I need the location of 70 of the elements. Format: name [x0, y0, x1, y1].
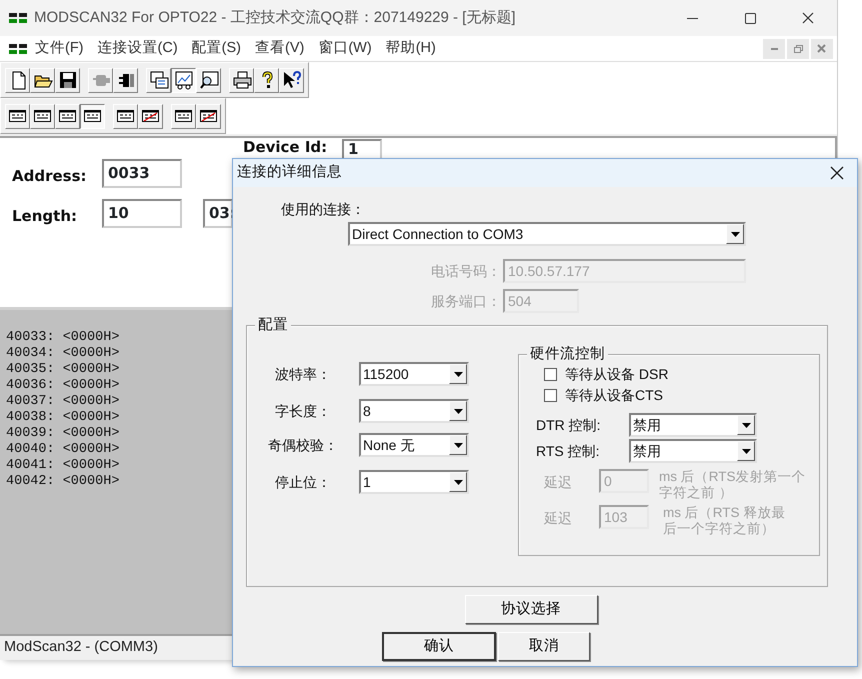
window-title: MODSCAN32 For OPTO22 - 工控技术交流QQ群：207149229 - [无标题] — [34, 8, 516, 28]
register-line: 40039: <0000H> — [6, 426, 120, 442]
control-label: DTR 控制: — [536, 416, 602, 434]
register-line: 40042: <0000H> — [6, 474, 120, 490]
app-icon — [8, 11, 28, 25]
register-line: 40037: <0000H> — [6, 394, 120, 410]
menu-item[interactable]: 查看(V) — [248, 38, 312, 60]
close-icon — [816, 43, 828, 54]
address-field[interactable]: 0033 — [102, 159, 182, 188]
magnifier-window-icon — [198, 70, 218, 90]
toolbar-button[interactable] — [80, 104, 105, 128]
device-id-label: Device Id: — [243, 139, 328, 156]
register-line: 40041: <0000H> — [6, 458, 120, 474]
setting-label: 奇偶校验： — [267, 436, 339, 454]
dropdown-arrow-icon — [742, 422, 750, 428]
setting-label: 波特率： — [274, 364, 332, 384]
protocol-button[interactable]: 协议选择 — [464, 595, 598, 624]
dropdown-arrow-icon — [454, 408, 462, 414]
field-label: 服务端口： — [430, 292, 502, 310]
delay-note: ms 后（RTS 释放最后一个字符之前） — [663, 505, 786, 537]
register-line: 40038: <0000H> — [6, 410, 120, 426]
menu-item[interactable]: 连接设置(C) — [90, 38, 185, 60]
register-line: 40035: <0000H> — [6, 362, 120, 378]
address-label: Address: — [12, 166, 87, 187]
length-field[interactable]: 10 — [102, 199, 182, 228]
device-id-field[interactable]: 1 — [342, 139, 382, 158]
register-line: 40036: <0000H> — [6, 378, 120, 394]
control-label: RTS 控制: — [536, 442, 601, 460]
connection-label: 使用的连接： — [281, 200, 366, 219]
control-dropdown[interactable]: 禁用 — [629, 439, 757, 463]
setting-label: 字长度： — [274, 402, 332, 420]
toolbar-button[interactable] — [171, 68, 196, 92]
register-line: 40034: <0000H> — [6, 346, 120, 362]
pointer-help-icon — [282, 70, 302, 90]
dropdown-arrow-icon — [454, 442, 462, 448]
delay-label: 延迟 — [544, 509, 573, 528]
dialog-title: 连接的详细信息 — [237, 162, 342, 182]
menu-item[interactable]: 文件(F) — [28, 38, 91, 60]
restore-button[interactable] — [787, 38, 809, 58]
dropdown-arrow-icon — [730, 232, 740, 236]
delay-label: 延迟 — [544, 473, 573, 492]
setting-dropdown[interactable]: 115200 — [359, 362, 469, 386]
printer-icon — [232, 70, 252, 90]
app-icon — [8, 42, 28, 56]
menu-item[interactable]: 配置(S) — [184, 38, 248, 60]
control-dropdown[interactable]: 禁用 — [629, 413, 757, 437]
setting-label: 停止位： — [274, 472, 332, 492]
menu-item[interactable]: 帮助(H) — [378, 38, 443, 60]
setting-dropdown[interactable]: 1 — [359, 470, 469, 494]
connection-dropdown[interactable]: Direct Connection to COM3 — [348, 222, 746, 246]
menu-item[interactable]: 窗口(W) — [311, 38, 379, 60]
dropdown-arrow-icon — [454, 480, 462, 484]
field-label: 电话号码： — [430, 262, 502, 280]
dropdown-arrow-icon — [742, 448, 750, 454]
chart-window-icon — [174, 70, 194, 90]
ok-button[interactable]: 确认 — [382, 632, 496, 661]
restore-icon — [792, 43, 804, 54]
close-icon — [829, 165, 845, 181]
checkbox-option[interactable]: 等待从设备 DSR — [544, 364, 819, 385]
window-tree-icon — [148, 70, 168, 90]
cancel-button[interactable]: 取消 — [498, 632, 590, 661]
minimize-button[interactable] — [763, 38, 785, 58]
register-line: 40040: <0000H> — [6, 442, 120, 458]
setting-dropdown[interactable]: None 无 — [359, 433, 469, 457]
checkbox-option[interactable]: 等待从设备CTS — [544, 385, 819, 406]
setting-dropdown[interactable]: 8 — [359, 399, 469, 423]
dropdown-arrow-icon — [454, 372, 462, 376]
minimize-icon — [770, 48, 778, 50]
length-label: Length: — [12, 206, 77, 227]
register-line: 40033: <0000H> — [6, 330, 120, 346]
